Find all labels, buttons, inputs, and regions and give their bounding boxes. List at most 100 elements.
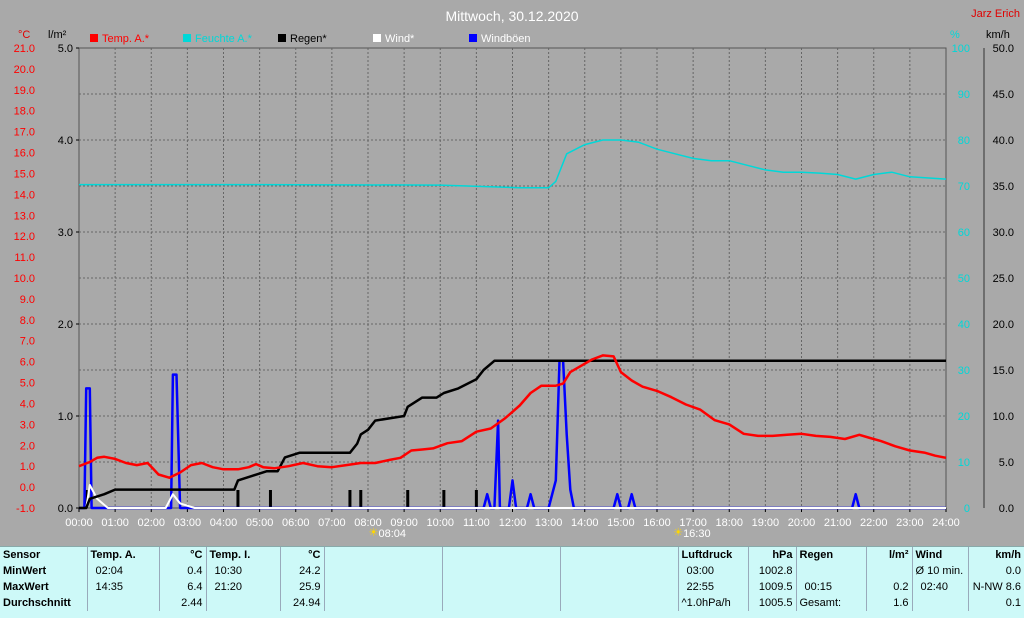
pressure-max: 1009.5: [747, 579, 796, 595]
x-tick-label: 18:00: [715, 517, 743, 529]
rain-max-time: 00:15: [795, 579, 866, 595]
series-line: [79, 359, 946, 510]
rain-max: 0.2: [865, 579, 912, 595]
temp-i-max-time: 21:20: [205, 579, 280, 595]
x-tick-label: 10:00: [426, 517, 454, 529]
humidity-axis-unit: %: [950, 29, 960, 41]
wind-tick-label: 15.0: [993, 365, 1014, 377]
author-label: Jarz Erich: [971, 8, 1020, 20]
pressure-min: 1002.8: [747, 563, 796, 579]
rain-bar: [406, 490, 410, 508]
right-axes: 0 10 20 30 40 50 60 70 80 90 100 0.0 5.0 10.0 15.0 20.0…: [952, 43, 1014, 515]
rain-bar: [268, 490, 272, 508]
x-tick-label: 23:00: [896, 517, 924, 529]
temp-tick-label: 2.0: [20, 440, 35, 452]
wind-unit: km/h: [967, 547, 1024, 563]
legend-swatch: [90, 34, 98, 42]
temp-a-unit: °C: [158, 547, 206, 563]
x-tick-label: 07:00: [318, 517, 346, 529]
temp-tick-label: 19.0: [14, 85, 35, 97]
chart-title: Mittwoch, 30.12.2020: [445, 8, 578, 24]
stats-avg-row: Durchschnitt 2.44 24.94 ^1.0hPa/h 1005.5…: [0, 595, 1024, 611]
x-tick-label: 16:00: [643, 517, 671, 529]
empty-cell: [323, 579, 442, 595]
sunrise-time-label: 08:04: [379, 528, 407, 540]
rain-bar: [348, 490, 352, 508]
wind-tick-label: 5.0: [999, 457, 1014, 469]
temp-i-header: Temp. I.: [205, 547, 280, 563]
pressure-unit: hPa: [747, 547, 796, 563]
x-tick-label: 05:00: [246, 517, 274, 529]
x-axis: 00:00 01:00 02:00 03:00 04:00 05:00 06:00 07:00…: [65, 508, 960, 529]
pressure-header: Luftdruck: [677, 547, 748, 563]
legend-swatch: [469, 34, 477, 42]
x-tick-label: 24:00: [932, 517, 960, 529]
temp-a-header: Temp. A.: [86, 547, 159, 563]
temp-tick-label: -1.0: [16, 503, 35, 515]
rain-total: 1.6: [865, 595, 912, 611]
x-tick-label: 19:00: [752, 517, 780, 529]
temp-tick-label: 10.0: [14, 273, 35, 285]
temp-tick-label: 15.0: [14, 168, 35, 180]
temp-tick-label: 14.0: [14, 189, 35, 201]
x-tick-label: 06:00: [282, 517, 310, 529]
rain-tick-label: 3.0: [58, 227, 73, 239]
temp-tick-label: 4.0: [20, 398, 35, 410]
empty-cell: [323, 595, 442, 611]
sunrise-icon: ☀: [369, 526, 379, 539]
avg-row-label: Durchschnitt: [3, 597, 71, 609]
x-tick-label: 13:00: [535, 517, 563, 529]
legend-swatch: [278, 34, 286, 42]
temp-tick-label: 20.0: [14, 64, 35, 76]
humidity-tick-label: 20: [958, 411, 970, 423]
temp-axis-unit: °C: [18, 29, 30, 41]
rain-bar: [442, 490, 446, 508]
pressure-trend: ^1.0hPa/h: [677, 595, 748, 611]
pressure-min-time: 03:00: [677, 563, 748, 579]
wind-avg-value: 0.0: [967, 563, 1024, 579]
wind-tick-label: 0.0: [999, 503, 1014, 515]
temp-tick-label: 17.0: [14, 127, 35, 139]
rain-total-label: Gesamt:: [795, 595, 866, 611]
temp-tick-label: 8.0: [20, 315, 35, 327]
empty-cell: [559, 579, 678, 595]
temp-tick-label: 0.0: [20, 482, 35, 494]
wind-tick-label: 30.0: [993, 227, 1014, 239]
empty-cell: [559, 563, 678, 579]
stats-header-row: Sensor Temp. A. °C Temp. I. °C Luftdruck…: [0, 547, 1024, 563]
temp-i-max: 25.9: [279, 579, 324, 595]
empty-cell: [911, 595, 968, 611]
empty-cell: [205, 595, 280, 611]
pressure-max-time: 22:55: [677, 579, 748, 595]
x-tick-label: 14:00: [571, 517, 599, 529]
rain-tick-label: 1.0: [58, 411, 73, 423]
temp-tick-label: 12.0: [14, 231, 35, 243]
humidity-tick-label: 30: [958, 365, 970, 377]
chart-legend: Temp. A.* Feuchte A.* Regen* Wind* Windböen: [90, 33, 531, 45]
wind-tick-label: 50.0: [993, 43, 1014, 55]
wind-header: Wind: [911, 547, 968, 563]
empty-cell: [441, 547, 560, 563]
wind-tick-label: 45.0: [993, 89, 1014, 101]
humidity-tick-label: 80: [958, 135, 970, 147]
temp-a-avg: 2.44: [158, 595, 206, 611]
wind-tick-label: 20.0: [993, 319, 1014, 331]
rain-unit: l/m²: [865, 547, 912, 563]
stats-panel: Sensor Temp. A. °C Temp. I. °C Luftdruck…: [0, 546, 1024, 618]
pressure-avg: 1005.5: [747, 595, 796, 611]
temp-i-avg: 24.94: [279, 595, 324, 611]
temp-tick-label: 11.0: [14, 252, 35, 264]
min-row-label: MinWert: [3, 565, 47, 577]
humidity-tick-label: 70: [958, 181, 970, 193]
temp-tick-label: 6.0: [20, 357, 35, 369]
x-tick-label: 00:00: [65, 517, 93, 529]
sunset-time-label: 16:30: [683, 528, 711, 540]
humidity-tick-label: 10: [958, 457, 970, 469]
wind-avg-label: Ø 10 min.: [911, 563, 968, 579]
temp-a-max: 6.4: [158, 579, 206, 595]
temp-a-max-time: 14:35: [86, 579, 159, 595]
sensor-header: Sensor: [3, 549, 41, 561]
empty-cell: [323, 563, 442, 579]
empty-cell: [559, 547, 678, 563]
wind-max-time: 02:40: [911, 579, 968, 595]
